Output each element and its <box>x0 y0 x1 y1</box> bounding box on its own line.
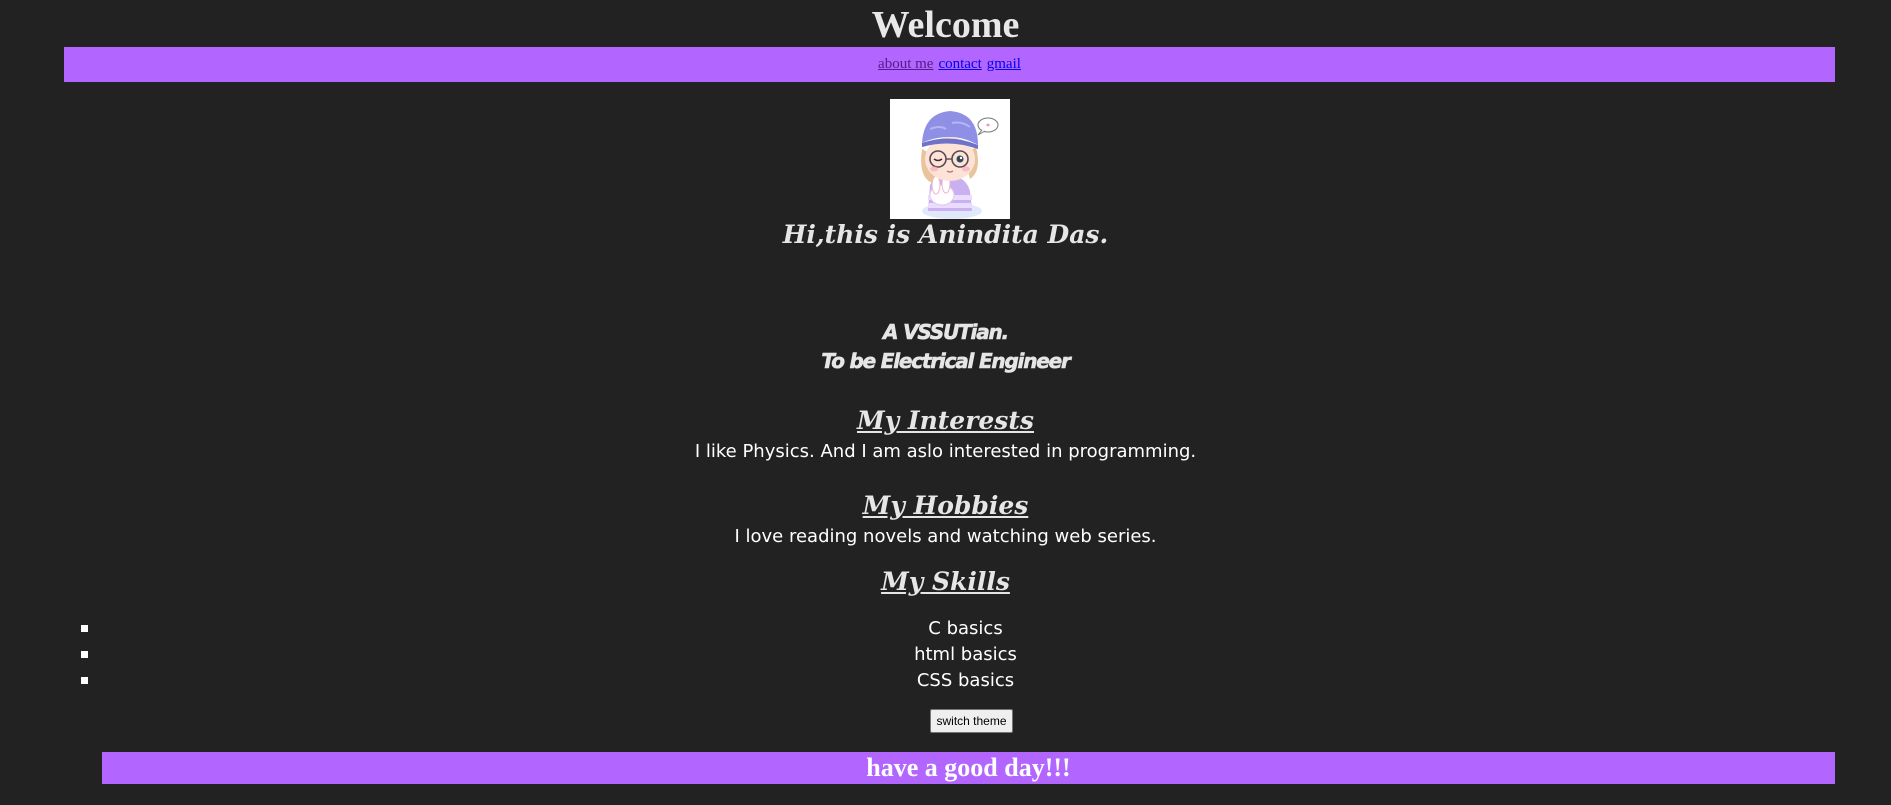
hobbies-text: I love reading novels and watching web s… <box>734 526 1157 547</box>
list-item: CSS basics <box>0 668 1891 694</box>
page-title: Welcome <box>871 4 1020 46</box>
intro-heading: Hi,this is Anindita Das. <box>782 220 1109 249</box>
footer-message: have a good day!!! <box>866 753 1071 782</box>
skill-label: CSS basics <box>916 670 1015 691</box>
nav-link-contact[interactable]: contact <box>938 56 981 73</box>
list-item: C basics <box>0 616 1891 642</box>
switch-theme-button[interactable]: switch theme <box>930 709 1013 733</box>
bullet-icon <box>81 651 88 658</box>
nav-link-gmail[interactable]: gmail <box>987 56 1021 73</box>
tagline-university: A VSSUTian. <box>883 320 1010 345</box>
list-item: html basics <box>0 642 1891 668</box>
interests-heading: My Interests <box>856 406 1034 435</box>
bullet-icon <box>81 625 88 632</box>
footer-bar: have a good day!!! <box>102 752 1835 784</box>
nav-link-about-me[interactable]: about me <box>878 56 933 73</box>
page: Welcome about me contact gmail Hi,this i… <box>0 0 1891 805</box>
hobbies-heading: My Hobbies <box>862 491 1029 520</box>
tagline-career: To be Electrical Engineer <box>821 349 1071 374</box>
skills-heading: My Skills <box>881 567 1010 596</box>
bullet-icon <box>81 677 88 684</box>
avatar-illustration <box>890 99 1010 219</box>
skill-label: html basics <box>914 644 1017 665</box>
navbar: about me contact gmail <box>64 47 1835 82</box>
avatar-image <box>890 99 1010 219</box>
skill-label: C basics <box>928 618 1003 639</box>
skills-list: C basics html basics CSS basics <box>0 616 1891 694</box>
interests-text: I like Physics. And I am aslo interested… <box>694 441 1197 462</box>
